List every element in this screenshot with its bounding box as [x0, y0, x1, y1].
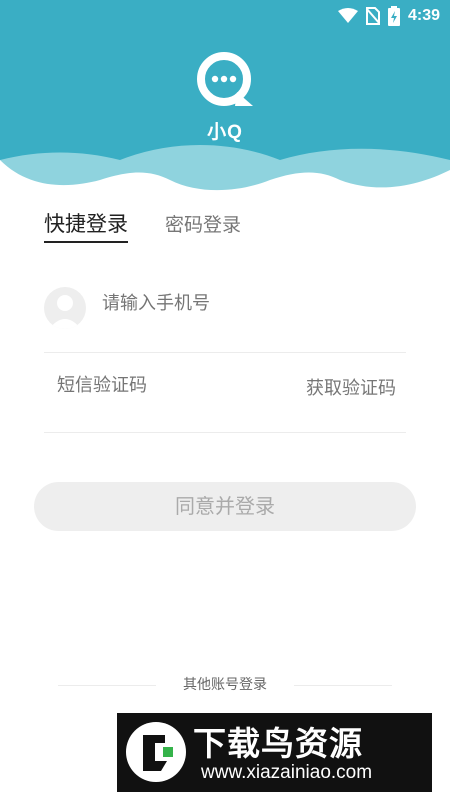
avatar-placeholder-icon	[44, 287, 86, 329]
code-field-row: 获取验证码	[44, 353, 406, 433]
chat-bubble-logo-icon	[197, 52, 253, 106]
agree-and-login-button[interactable]: 同意并登录	[34, 482, 416, 531]
header-wave-decoration	[0, 145, 450, 200]
get-code-button[interactable]: 获取验证码	[306, 374, 396, 400]
login-tabs: 快捷登录 密码登录	[44, 210, 241, 246]
watermark-title: 下载鸟资源	[193, 724, 363, 763]
tab-quick-login[interactable]: 快捷登录	[44, 210, 128, 243]
wifi-icon	[337, 8, 358, 23]
tab-password-login[interactable]: 密码登录	[165, 210, 241, 239]
phone-field-row	[44, 285, 406, 353]
watermark-url: www.xiazainiao.com	[201, 762, 373, 783]
no-sim-icon	[365, 7, 380, 25]
bird-logo-icon	[126, 722, 186, 782]
watermark-banner: 下载鸟资源 www.xiazainiao.com	[117, 713, 432, 792]
status-time: 4:39	[407, 7, 440, 24]
status-bar: 4:39	[0, 0, 450, 32]
phone-input[interactable]	[102, 293, 382, 314]
other-login-divider: 其他账号登录	[58, 674, 392, 696]
battery-charging-icon	[387, 6, 400, 26]
divider-line-right	[294, 685, 392, 686]
status-icons: 4:39	[337, 6, 440, 26]
sms-code-input[interactable]	[57, 375, 257, 396]
